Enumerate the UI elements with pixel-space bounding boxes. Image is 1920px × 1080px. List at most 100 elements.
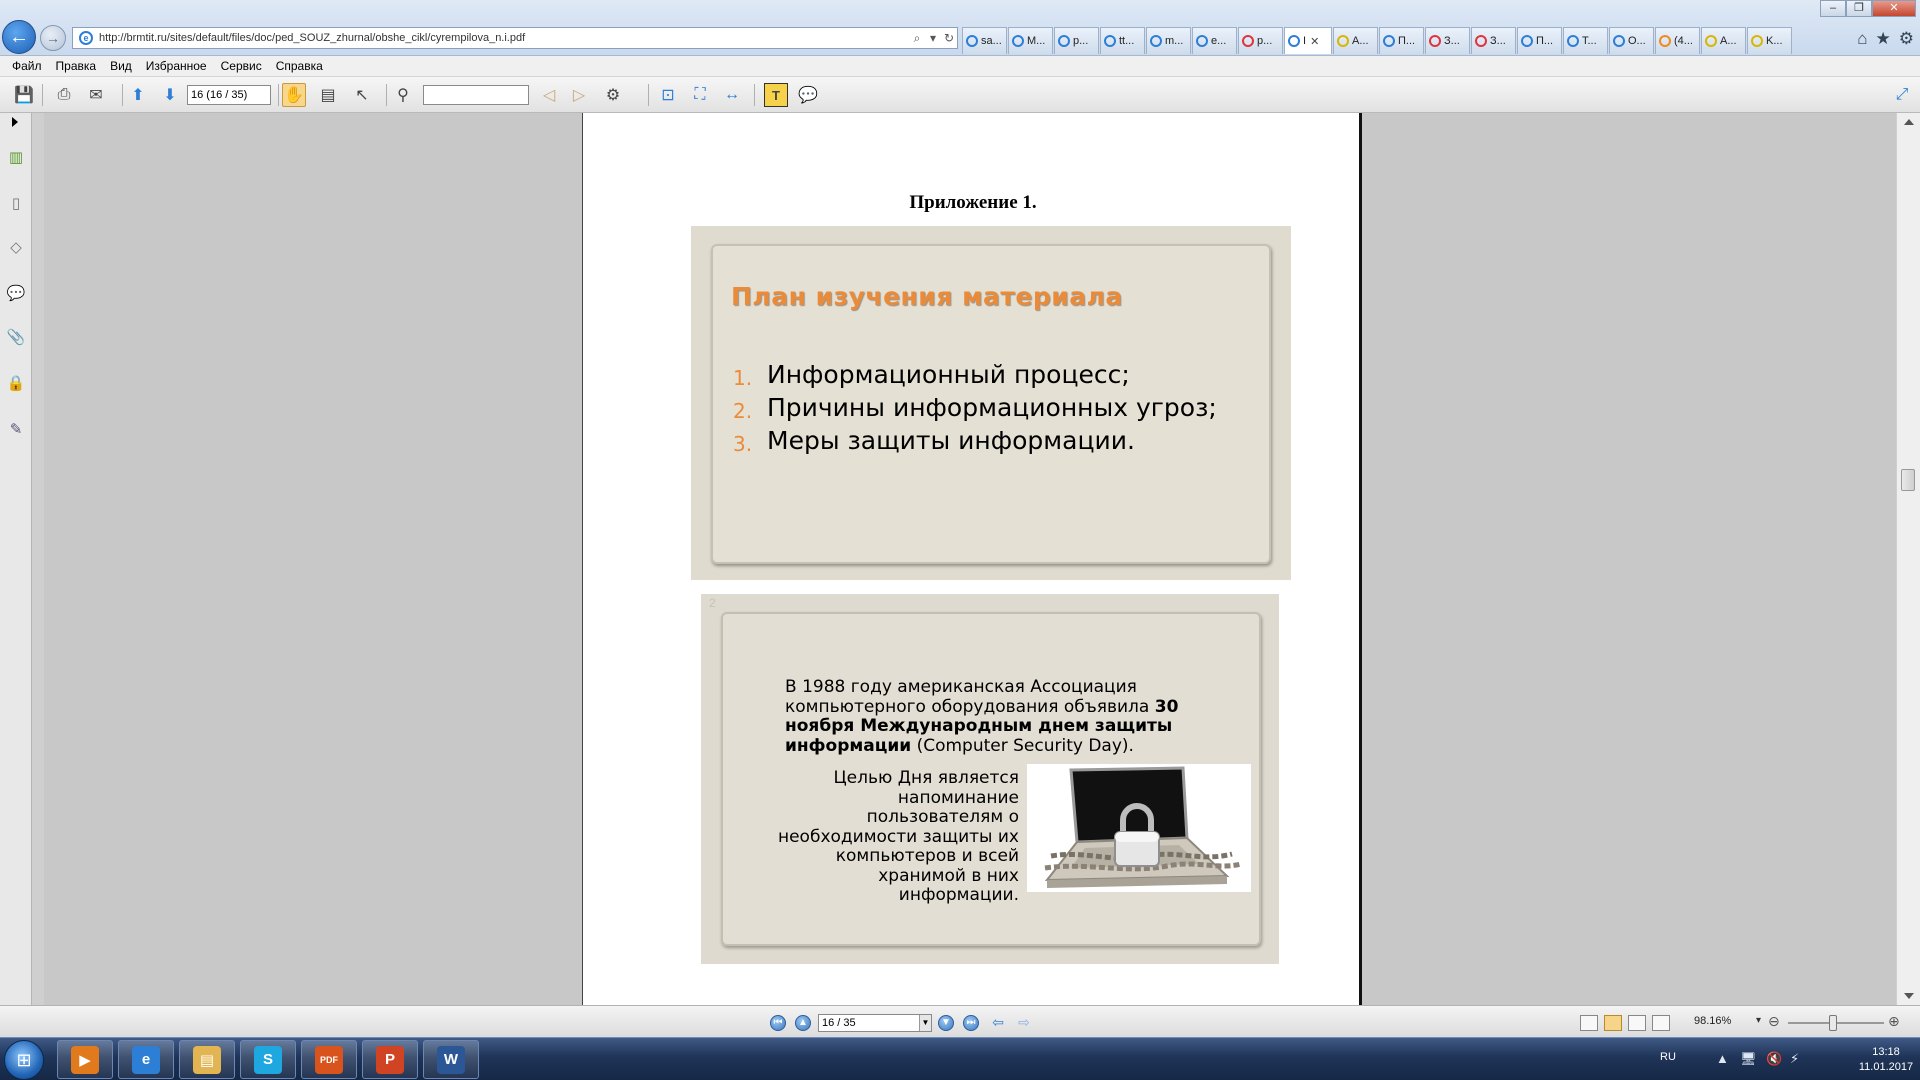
first-page-icon[interactable]: ⏮ <box>770 1015 786 1031</box>
maximize-button[interactable]: ❐ <box>1846 0 1872 17</box>
continuous-view-icon[interactable] <box>1604 1015 1622 1031</box>
fit-page-icon[interactable]: ⛶ <box>688 83 712 107</box>
page-number-field[interactable]: 16 (16 / 35) <box>187 85 271 105</box>
previous-page-icon[interactable]: ⬆ <box>126 83 150 107</box>
next-page-icon[interactable]: ⬇ <box>158 83 182 107</box>
browser-tab[interactable]: tt... <box>1100 27 1145 54</box>
hand-tool-icon[interactable]: ✋ <box>282 83 306 107</box>
volume-icon[interactable]: 🔇 <box>1766 1051 1782 1067</box>
close-window-button[interactable]: ✕ <box>1872 0 1916 17</box>
browser-tab[interactable]: m... <box>1146 27 1191 54</box>
browser-tab[interactable]: p... <box>1238 27 1283 54</box>
home-icon[interactable]: ⌂ <box>1857 29 1867 49</box>
save-icon[interactable]: 💾 <box>12 83 36 107</box>
dropdown-icon[interactable]: ▾ <box>925 31 941 45</box>
find-next-icon[interactable]: ▷ <box>567 83 591 107</box>
search-icon[interactable]: ⌕ <box>909 31 925 46</box>
clock[interactable]: 13:18 11.01.2017 <box>1856 1045 1916 1075</box>
panel-toggle-arrow-icon[interactable] <box>12 117 18 127</box>
email-icon[interactable]: ✉ <box>84 83 108 107</box>
browser-tab[interactable]: O... <box>1609 27 1654 54</box>
browser-tab[interactable]: З... <box>1425 27 1470 54</box>
prev-page-icon[interactable]: ▲ <box>795 1015 811 1031</box>
browser-tab[interactable]: A... <box>1701 27 1746 54</box>
next-page-status-icon[interactable]: ▼ <box>938 1015 954 1031</box>
attachments-icon[interactable]: 📎 <box>6 327 26 347</box>
language-indicator[interactable]: RU <box>1660 1051 1676 1063</box>
status-page-field[interactable]: 16 / 35 ▼ <box>818 1014 932 1032</box>
menu-edit[interactable]: Правка <box>56 59 97 73</box>
forward-button[interactable]: → <box>40 25 66 51</box>
url-text[interactable]: http://brmtit.ru/sites/default/files/doc… <box>99 32 909 44</box>
browser-tab[interactable]: sa... <box>962 27 1007 54</box>
actual-size-icon[interactable]: ⊡ <box>656 83 680 107</box>
continuous-facing-view-icon[interactable] <box>1652 1015 1670 1031</box>
favorites-star-icon[interactable]: ★ <box>1876 29 1891 49</box>
minimize-button[interactable]: – <box>1820 0 1846 17</box>
signatures-icon[interactable]: ✎ <box>6 419 26 439</box>
bookmarks-icon[interactable]: ▥ <box>6 147 26 167</box>
taskbar-pdf-reader[interactable]: PDF <box>301 1040 357 1079</box>
browser-tab[interactable]: T... <box>1563 27 1608 54</box>
settings-gear-icon[interactable]: ⚙ <box>1899 29 1914 49</box>
comments-icon[interactable]: 💬 <box>6 283 26 303</box>
tray-expand-icon[interactable]: ▲ <box>1716 1051 1729 1066</box>
single-page-view-icon[interactable] <box>1580 1015 1598 1031</box>
taskbar-word[interactable]: W <box>423 1040 479 1079</box>
page-dropdown-icon[interactable]: ▼ <box>919 1015 931 1031</box>
zoom-level[interactable]: 98.16% <box>1694 1015 1731 1027</box>
address-bar[interactable]: e http://brmtit.ru/sites/default/files/d… <box>72 27 958 49</box>
browser-tab[interactable]: (4... <box>1655 27 1700 54</box>
scrollbar-thumb[interactable] <box>1901 469 1915 491</box>
text-select-icon[interactable]: ▤ <box>316 83 340 107</box>
close-tab-icon[interactable]: ✕ <box>1310 35 1319 48</box>
back-button[interactable]: ← <box>2 20 36 54</box>
browser-tab[interactable]: K... <box>1747 27 1792 54</box>
zoom-in-icon[interactable]: ⊕ <box>1888 1013 1900 1030</box>
vertical-scrollbar[interactable] <box>1896 113 1920 1005</box>
zoom-slider-thumb[interactable] <box>1829 1015 1837 1031</box>
menu-favorites[interactable]: Избранное <box>146 59 207 73</box>
power-icon[interactable]: ⚡ <box>1790 1051 1799 1067</box>
find-binoculars-icon[interactable]: ⚲ <box>391 83 415 107</box>
browser-tab[interactable]: A... <box>1333 27 1378 54</box>
taskbar-internet-explorer[interactable]: e <box>118 1040 174 1079</box>
comment-note-icon[interactable]: 💬 <box>796 83 820 107</box>
previous-view-icon[interactable]: ⇦ <box>990 1015 1006 1031</box>
last-page-icon[interactable]: ⏭ <box>963 1015 979 1031</box>
browser-tab[interactable]: П... <box>1517 27 1562 54</box>
taskbar-skype[interactable]: S <box>240 1040 296 1079</box>
zoom-dropdown-icon[interactable]: ▾ <box>1756 1015 1761 1026</box>
taskbar-media-player[interactable]: ▶ <box>57 1040 113 1079</box>
browser-tab[interactable]: П... <box>1379 27 1424 54</box>
print-icon[interactable]: ⎙ <box>52 83 76 107</box>
layers-icon[interactable]: ◇ <box>6 237 26 257</box>
security-lock-icon[interactable]: 🔒 <box>6 373 26 393</box>
browser-tab[interactable]: I ✕ <box>1284 27 1332 54</box>
browser-tab[interactable]: p... <box>1054 27 1099 54</box>
facing-view-icon[interactable] <box>1628 1015 1646 1031</box>
taskbar-powerpoint[interactable]: P <box>362 1040 418 1079</box>
start-button[interactable]: ⊞ <box>4 1040 44 1080</box>
browser-tab[interactable]: M... <box>1008 27 1053 54</box>
menu-view[interactable]: Вид <box>110 59 132 73</box>
find-previous-icon[interactable]: ◁ <box>537 83 561 107</box>
typewriter-icon[interactable]: T <box>764 83 788 107</box>
refresh-icon[interactable]: ↻ <box>941 31 957 45</box>
fit-width-icon[interactable]: ↔ <box>720 83 744 107</box>
scroll-up-arrow-icon[interactable] <box>1904 119 1914 125</box>
pages-icon[interactable]: ▯ <box>6 193 26 213</box>
zoom-out-icon[interactable]: ⊖ <box>1768 1013 1780 1030</box>
scroll-down-arrow-icon[interactable] <box>1904 993 1914 999</box>
find-input[interactable] <box>423 85 529 105</box>
browser-tab[interactable]: e... <box>1192 27 1237 54</box>
find-options-icon[interactable]: ⚙ <box>601 83 625 107</box>
pointer-icon[interactable]: ↖ <box>350 83 374 107</box>
browser-tab[interactable]: З... <box>1471 27 1516 54</box>
menu-help[interactable]: Справка <box>276 59 323 73</box>
network-icon[interactable]: 🖥 <box>1740 1051 1757 1067</box>
taskbar-file-explorer[interactable]: ▤ <box>179 1040 235 1079</box>
next-view-icon[interactable]: ⇨ <box>1016 1015 1032 1031</box>
menu-tools[interactable]: Сервис <box>221 59 262 73</box>
menu-file[interactable]: Файл <box>12 59 42 73</box>
